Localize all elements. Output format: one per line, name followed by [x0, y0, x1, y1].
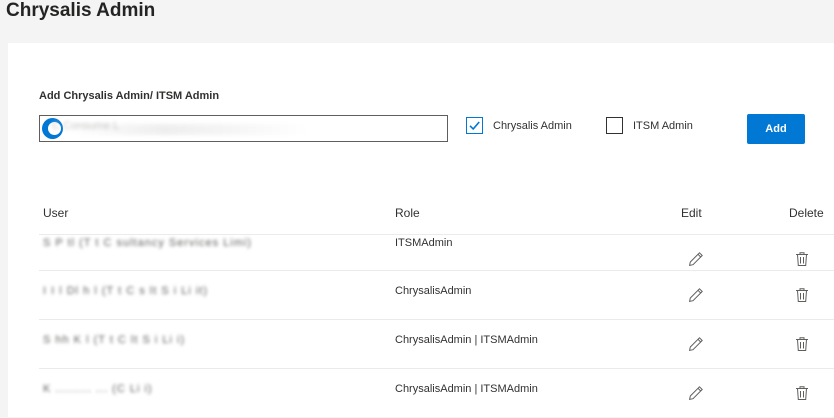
- page-title: Chrysalis Admin: [6, 0, 156, 21]
- trash-icon[interactable]: [795, 251, 809, 267]
- table-row: K ......... ... (C Li i) ChrysalisAdmin …: [39, 368, 834, 418]
- trash-icon[interactable]: [795, 385, 809, 401]
- cell-user: S hh K l (T t C lt S i Li i): [43, 334, 186, 346]
- column-header-role: Role: [395, 206, 420, 220]
- trash-icon[interactable]: [795, 336, 809, 352]
- pencil-icon[interactable]: [688, 336, 704, 352]
- admin-card: Add Chrysalis Admin/ ITSM Admin C Consum…: [8, 43, 834, 417]
- itsm-admin-label: ITSM Admin: [633, 119, 693, 132]
- cell-user: I I l Dl h l (T t C s lt S i Li it): [43, 285, 208, 297]
- cell-role: ITSMAdmin: [395, 237, 453, 249]
- chrysalis-admin-option[interactable]: Chrysalis Admin: [466, 117, 572, 134]
- table-header: User Role Edit Delete: [39, 206, 834, 234]
- user-search-input[interactable]: C Consume L: [39, 115, 448, 142]
- user-input-value: C Consume L: [52, 120, 120, 132]
- add-admin-label: Add Chrysalis Admin/ ITSM Admin: [39, 90, 220, 102]
- table-row: S hh K l (T t C lt S i Li i) ChrysalisAd…: [39, 319, 834, 369]
- cell-user: S P tl (T t C sultancy Services Limi): [43, 237, 252, 249]
- column-header-delete: Delete: [789, 206, 824, 220]
- pencil-icon[interactable]: [688, 385, 704, 401]
- cell-user: K ......... ... (C Li i): [43, 383, 153, 395]
- itsm-admin-checkbox[interactable]: [606, 117, 623, 134]
- column-header-user: User: [43, 206, 69, 220]
- trash-icon[interactable]: [795, 287, 809, 303]
- checkmark-icon: [469, 121, 480, 131]
- cell-role: ChrysalisAdmin | ITSMAdmin: [395, 383, 538, 395]
- add-button[interactable]: Add: [747, 114, 805, 144]
- chrysalis-admin-label: Chrysalis Admin: [493, 119, 572, 132]
- pencil-icon[interactable]: [688, 251, 704, 267]
- column-header-edit: Edit: [681, 206, 702, 220]
- cell-role: ChrysalisAdmin: [395, 285, 472, 297]
- chrysalis-admin-checkbox[interactable]: [466, 117, 483, 134]
- cell-role: ChrysalisAdmin | ITSMAdmin: [395, 334, 538, 346]
- pencil-icon[interactable]: [688, 287, 704, 303]
- table-row: I I l Dl h l (T t C s lt S i Li it) Chry…: [39, 270, 834, 320]
- itsm-admin-option[interactable]: ITSM Admin: [606, 117, 693, 134]
